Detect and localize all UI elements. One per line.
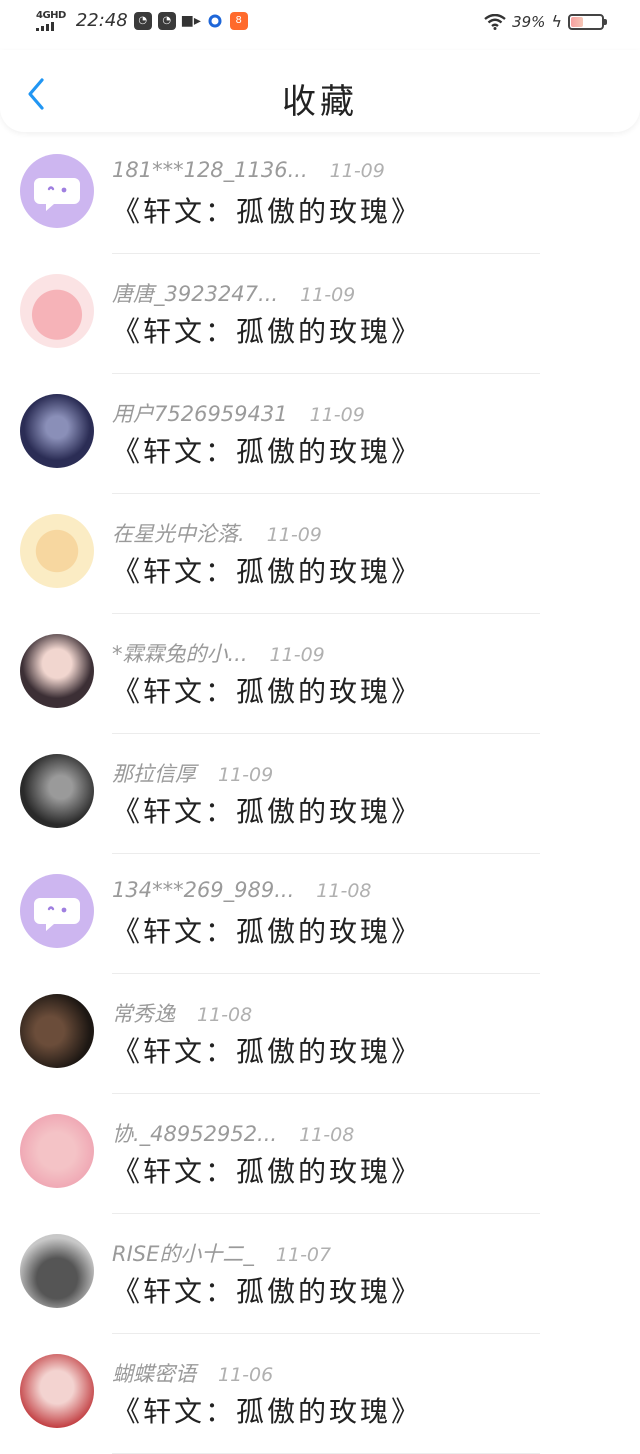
book-title[interactable]: 《轩文：孤傲的玫瑰》 (112, 910, 422, 950)
user-name[interactable]: 134***269_989... (112, 878, 294, 902)
user-name[interactable]: *霖霖兔的小... (112, 638, 248, 668)
app-icon: 8 (229, 11, 248, 30)
qq-icon: ◔ (133, 11, 152, 30)
book-title[interactable]: 《轩文：孤傲的玫瑰》 (112, 310, 422, 350)
circle-app-icon (206, 12, 224, 30)
list-item[interactable]: 在星光中沦落. 11-09 《轩文：孤傲的玫瑰》 (0, 494, 640, 614)
avatar[interactable] (20, 874, 94, 948)
collect-date: 11-09 (329, 160, 385, 182)
user-name[interactable]: 那拉信厚 (112, 758, 196, 788)
list-item[interactable]: 蝴蝶密语 11-06 《轩文：孤傲的玫瑰》 (0, 1334, 640, 1454)
user-name[interactable]: 在星光中沦落. (112, 518, 245, 548)
wifi-icon (484, 13, 506, 30)
page-title: 收藏 (282, 82, 358, 122)
user-name[interactable]: 唐唐_3923247... (112, 278, 278, 308)
book-title[interactable]: 《轩文：孤傲的玫瑰》 (112, 1390, 422, 1430)
list-item[interactable]: RISE的小十二_ 11-07 《轩文：孤傲的玫瑰》 (0, 1214, 640, 1334)
avatar[interactable] (20, 274, 94, 348)
book-title[interactable]: 《轩文：孤傲的玫瑰》 (112, 790, 422, 830)
item-meta: 那拉信厚 11-09 (112, 758, 273, 788)
item-meta: *霖霖兔的小... 11-09 (112, 638, 325, 668)
collect-date: 11-08 (316, 880, 372, 902)
avatar[interactable] (20, 154, 94, 228)
collect-date: 11-09 (309, 404, 365, 426)
avatar[interactable] (20, 514, 94, 588)
item-meta: 134***269_989... 11-08 (112, 878, 372, 902)
battery-percent: 39% (512, 12, 546, 31)
avatar[interactable] (20, 994, 94, 1068)
favorites-list: 181***128_1136... 11-09 《轩文：孤傲的玫瑰》 唐唐_39232… (0, 134, 640, 1454)
item-meta: 181***128_1136... 11-09 (112, 158, 385, 182)
signal-indicator: 4GHD (36, 9, 66, 31)
item-meta: 协._48952952... 11-08 (112, 1118, 354, 1148)
video-icon: ■▸ (180, 12, 201, 29)
item-meta: 唐唐_3923247... 11-09 (112, 278, 355, 308)
item-meta: 常秀逸 11-08 (112, 998, 252, 1028)
book-title[interactable]: 《轩文：孤傲的玫瑰》 (112, 670, 422, 710)
user-name[interactable]: 用户7526959431 (112, 398, 288, 428)
list-item[interactable]: 协._48952952... 11-08 《轩文：孤傲的玫瑰》 (0, 1094, 640, 1214)
list-item[interactable]: 181***128_1136... 11-09 《轩文：孤傲的玫瑰》 (0, 134, 640, 254)
status-left: 4GHD 22:48 ◔ ◔ ■▸ 8 (36, 10, 248, 31)
avatar[interactable] (20, 394, 94, 468)
collect-date: 11-09 (300, 284, 356, 306)
collect-date: 11-08 (197, 1004, 253, 1026)
book-title[interactable]: 《轩文：孤傲的玫瑰》 (112, 1150, 422, 1190)
collect-date: 11-09 (218, 764, 274, 786)
collect-date: 11-08 (299, 1124, 355, 1146)
user-name[interactable]: 蝴蝶密语 (112, 1358, 196, 1388)
status-bar: 4GHD 22:48 ◔ ◔ ■▸ 8 39% ϟ (0, 0, 640, 50)
list-item[interactable]: *霖霖兔的小... 11-09 《轩文：孤傲的玫瑰》 (0, 614, 640, 734)
avatar[interactable] (20, 1234, 94, 1308)
avatar[interactable] (20, 1114, 94, 1188)
item-meta: 蝴蝶密语 11-06 (112, 1358, 273, 1388)
user-name[interactable]: RISE的小十二_ (112, 1238, 254, 1268)
qq-icon: ◔ (157, 11, 176, 30)
user-name[interactable]: 181***128_1136... (112, 158, 308, 182)
user-name[interactable]: 常秀逸 (112, 998, 175, 1028)
chat-bubble-icon (34, 178, 80, 211)
user-name[interactable]: 协._48952952... (112, 1118, 277, 1148)
list-item[interactable]: 唐唐_3923247... 11-09 《轩文：孤傲的玫瑰》 (0, 254, 640, 374)
book-title[interactable]: 《轩文：孤傲的玫瑰》 (112, 1270, 422, 1310)
avatar[interactable] (20, 634, 94, 708)
list-item[interactable]: 那拉信厚 11-09 《轩文：孤傲的玫瑰》 (0, 734, 640, 854)
chat-bubble-icon (34, 898, 80, 931)
signal-bars-icon (36, 21, 54, 31)
item-meta: RISE的小十二_ 11-07 (112, 1238, 331, 1268)
collect-date: 11-06 (218, 1364, 274, 1386)
book-title[interactable]: 《轩文：孤傲的玫瑰》 (112, 430, 422, 470)
avatar[interactable] (20, 754, 94, 828)
list-item[interactable]: 134***269_989... 11-08 《轩文：孤傲的玫瑰》 (0, 854, 640, 974)
battery-fill (571, 16, 584, 27)
collect-date: 11-07 (275, 1244, 332, 1266)
book-title[interactable]: 《轩文：孤傲的玫瑰》 (112, 1030, 422, 1070)
book-title[interactable]: 《轩文：孤傲的玫瑰》 (112, 190, 422, 230)
battery-icon (568, 13, 607, 30)
list-item[interactable]: 用户7526959431 11-09 《轩文：孤傲的玫瑰》 (0, 374, 640, 494)
app-header: 收藏 (0, 50, 640, 132)
network-type: 4GHD (36, 9, 66, 21)
avatar[interactable] (20, 1354, 94, 1428)
collect-date: 11-09 (266, 524, 322, 546)
item-meta: 在星光中沦落. 11-09 (112, 518, 322, 548)
collect-date: 11-09 (269, 644, 325, 666)
item-meta: 用户7526959431 11-09 (112, 398, 365, 428)
clock: 22:48 (75, 10, 128, 31)
book-title[interactable]: 《轩文：孤傲的玫瑰》 (112, 550, 422, 590)
status-right: 39% ϟ (484, 12, 607, 31)
charging-icon: ϟ (551, 12, 562, 31)
list-item[interactable]: 常秀逸 11-08 《轩文：孤傲的玫瑰》 (0, 974, 640, 1094)
